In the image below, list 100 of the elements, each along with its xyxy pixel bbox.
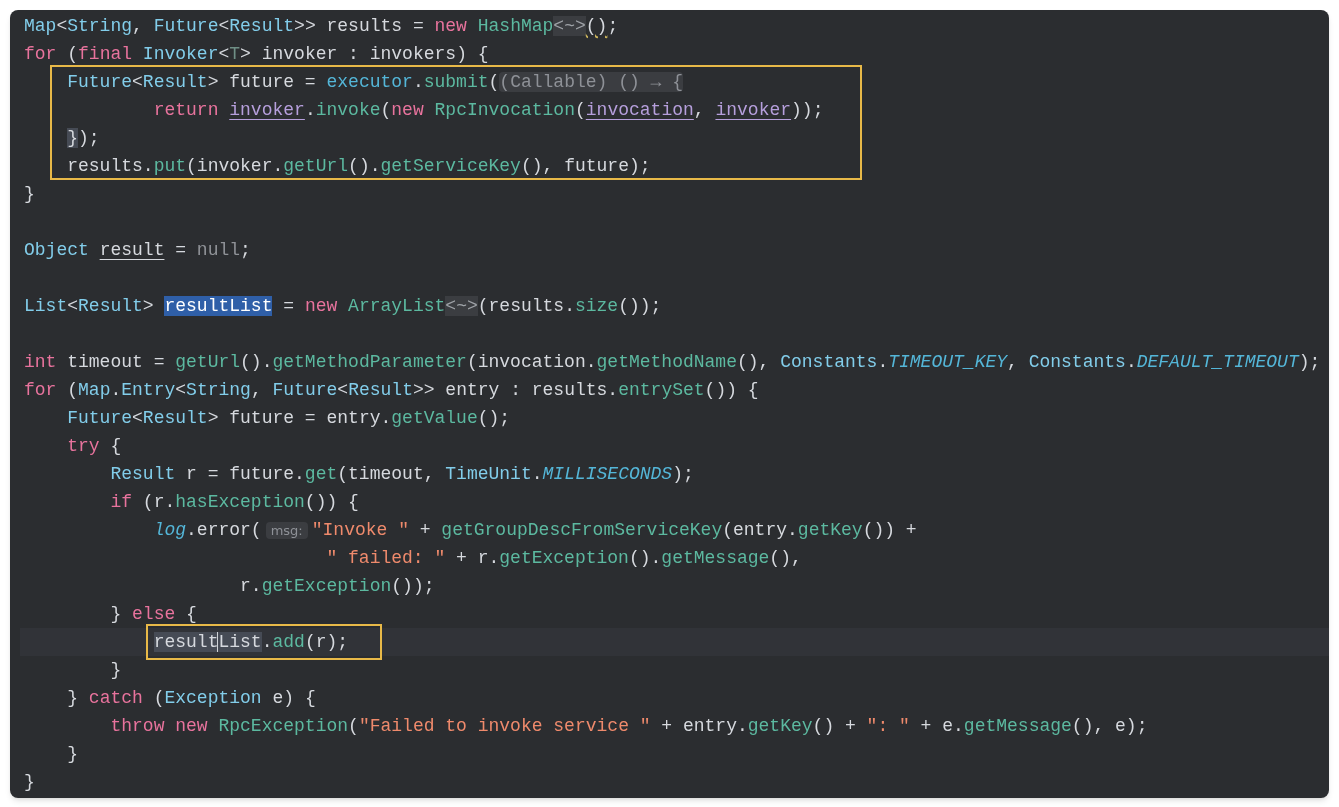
null-literal: null <box>196 240 241 260</box>
code-text: , <box>1007 352 1019 372</box>
code-text: = <box>174 240 188 260</box>
string-literal: ": " <box>866 716 910 736</box>
keyword: for <box>24 380 58 400</box>
code-text: ( <box>380 100 392 120</box>
type-name: Future <box>67 408 133 428</box>
keyword: return <box>153 100 220 120</box>
keyword: int <box>24 352 58 372</box>
code-text: ( <box>67 380 79 400</box>
code-text: (), e); <box>1071 716 1148 736</box>
type-name: Result <box>142 72 208 92</box>
code-text: < <box>67 296 79 316</box>
code-text: List <box>218 632 262 652</box>
code-text: ()) { <box>704 380 759 400</box>
code-text: ; <box>240 240 251 260</box>
code-text: > <box>142 296 155 316</box>
method-name: getUrl <box>175 352 241 372</box>
code-text: ( <box>574 100 586 120</box>
code-text: } <box>24 184 35 204</box>
code-text: (), <box>736 352 771 372</box>
type-name: Result <box>110 464 176 484</box>
keyword: if <box>110 492 134 512</box>
code-text: . <box>261 632 273 652</box>
code-text: { <box>110 436 122 456</box>
code-text: , <box>132 16 144 36</box>
code-text: (entry. <box>722 520 798 540</box>
diamond-hint: <~> <box>553 16 586 36</box>
code-text: } <box>67 744 79 764</box>
parameter-name: invocation <box>585 100 694 120</box>
code-text: r. <box>240 576 262 596</box>
code-text: ; <box>607 16 619 36</box>
type-name: Constants <box>1028 352 1126 372</box>
code-text: < <box>132 72 143 92</box>
code-text: (); <box>477 408 511 428</box>
code-text: < <box>337 380 349 400</box>
code-text: + e. <box>919 716 964 736</box>
type-name: Result <box>78 296 143 316</box>
type-name: List <box>24 296 68 316</box>
method-name: put <box>153 156 187 176</box>
keyword: catch <box>88 688 144 708</box>
code-text: e) { <box>271 688 316 708</box>
method-name: getMethodParameter <box>272 352 467 372</box>
type-name: Object <box>24 240 90 260</box>
parameter-name: invoker <box>229 100 305 120</box>
code-text: >> entry : results. <box>412 380 619 400</box>
code-text: (). <box>628 548 662 568</box>
code-text: } <box>24 772 35 792</box>
method-name: invoke <box>315 100 381 120</box>
code-text: . <box>412 72 424 92</box>
code-text: , <box>693 100 706 120</box>
code-text: ( <box>153 688 165 708</box>
method-name: getMessage <box>661 548 770 568</box>
type-name: Result <box>229 16 295 36</box>
method-name: getValue <box>391 408 478 428</box>
type-name: String <box>67 16 133 36</box>
type-name: Future <box>153 16 219 36</box>
method-name: hasException <box>175 492 305 512</box>
code-text: >> results = <box>294 16 425 36</box>
code-text: = <box>282 296 296 316</box>
code-text: } <box>67 688 80 708</box>
code-text: . <box>110 380 122 400</box>
code-text: . <box>877 352 889 372</box>
type-name: String <box>186 380 251 400</box>
string-literal: " failed: " <box>326 548 446 568</box>
string-literal: "Invoke " <box>311 520 409 540</box>
code-text: )); <box>791 100 824 120</box>
parameter-hint: msg: <box>265 522 308 539</box>
method-name: getServiceKey <box>380 156 521 176</box>
code-text: (timeout, <box>337 464 436 484</box>
field-name: executor <box>326 72 413 92</box>
code-text: timeout = <box>67 352 166 372</box>
type-name: Constants <box>780 352 878 372</box>
code-text: (r); <box>304 632 349 652</box>
method-name: getException <box>261 576 392 596</box>
code-text: > invoker : invokers) { <box>240 44 489 64</box>
code-text: > future = <box>207 72 317 92</box>
code-text: ( <box>488 72 500 92</box>
code-text: . <box>531 464 543 484</box>
keyword: final <box>78 44 134 64</box>
variable-name: result <box>99 240 165 260</box>
code-text: (), future); <box>520 156 651 176</box>
code-text: ()); <box>391 576 435 596</box>
constant-name: TIMEOUT_KEY <box>888 352 1008 372</box>
code-text: } <box>110 604 123 624</box>
code-text: results. <box>67 156 154 176</box>
code-text: < <box>218 16 230 36</box>
inlay-hint: (Callable) () → { <box>499 72 683 92</box>
code-text: (invocation. <box>466 352 597 372</box>
code-text: r = future. <box>185 464 305 484</box>
code-text: ( <box>348 716 359 736</box>
method-name: entrySet <box>618 380 705 400</box>
method-name: getGroupDescFromServiceKey <box>441 520 723 540</box>
code-text: (results. <box>477 296 575 316</box>
code-text: (). <box>348 156 381 176</box>
code-text: () <box>585 16 608 36</box>
type-name: Future <box>272 380 338 400</box>
constant-name: DEFAULT_TIMEOUT <box>1136 352 1299 372</box>
method-name: getException <box>499 548 629 568</box>
code-text: () + <box>812 716 857 736</box>
